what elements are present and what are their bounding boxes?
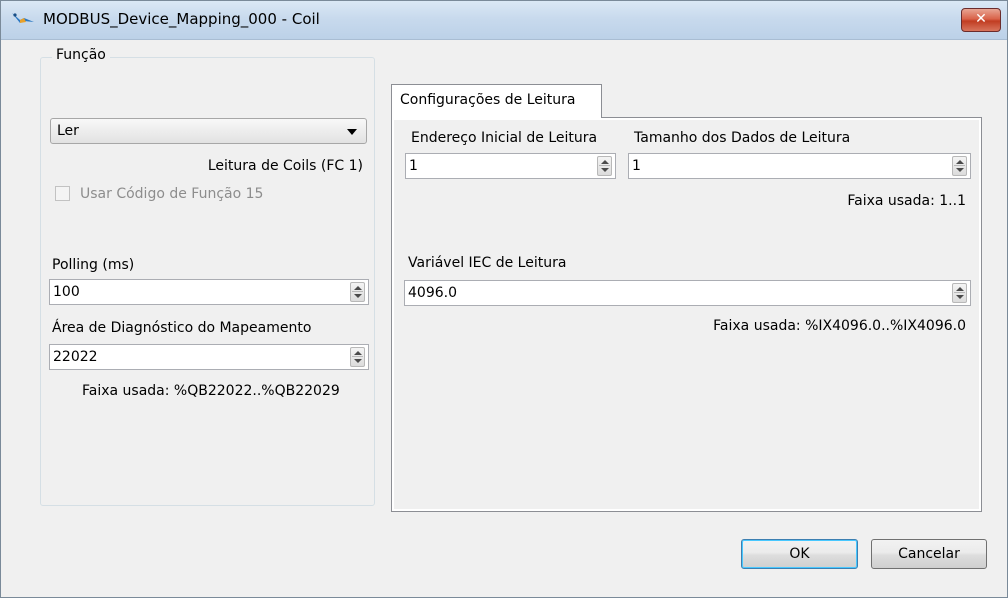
- funcao-select-value: Ler: [57, 123, 79, 139]
- fc-description: Leitura de Coils (FC 1): [207, 158, 363, 174]
- diagnostic-range: Faixa usada: %QB22022..%QB22029: [82, 383, 340, 399]
- spin-up-icon[interactable]: [601, 160, 609, 164]
- spin-up-icon[interactable]: [956, 160, 964, 164]
- iec-variable-label: Variável IEC de Leitura: [408, 255, 567, 271]
- data-size-spinbox[interactable]: 1: [628, 153, 971, 179]
- diagnostic-label: Área de Diagnóstico do Mapeamento: [52, 320, 312, 336]
- iec-variable-spinbox[interactable]: 4096.0: [404, 280, 971, 306]
- title-bar[interactable]: MODBUS_Device_Mapping_000 - Coil ✕: [1, 1, 1007, 40]
- use-fc15-label: Usar Código de Função 15: [80, 186, 264, 202]
- close-icon: ✕: [975, 11, 987, 27]
- spin-down-icon[interactable]: [601, 168, 609, 172]
- iec-variable-range: Faixa usada: %IX4096.0..%IX4096.0: [713, 318, 966, 334]
- start-address-label: Endereço Inicial de Leitura: [411, 130, 598, 146]
- data-size-label: Tamanho dos Dados de Leitura: [634, 130, 851, 146]
- diagnostic-spin-buttons[interactable]: [350, 347, 365, 367]
- iec-variable-spin-buttons[interactable]: [952, 283, 967, 303]
- polling-spin-buttons[interactable]: [350, 282, 365, 302]
- spin-down-icon[interactable]: [354, 294, 362, 298]
- diagnostic-spinbox[interactable]: 22022: [49, 344, 369, 370]
- spin-divider: [954, 165, 965, 166]
- data-size-value: 1: [632, 158, 641, 174]
- spin-divider: [599, 165, 610, 166]
- spin-down-icon[interactable]: [354, 359, 362, 363]
- tab-read-settings[interactable]: Configurações de Leitura: [391, 84, 602, 118]
- iec-variable-value: 4096.0: [408, 285, 457, 301]
- start-address-value: 1: [409, 158, 418, 174]
- tab-read-settings-label: Configurações de Leitura: [400, 92, 576, 108]
- funcao-select[interactable]: Ler: [50, 118, 367, 144]
- cancel-button[interactable]: Cancelar: [871, 539, 987, 569]
- spin-divider: [954, 292, 965, 293]
- polling-spinbox[interactable]: 100: [49, 279, 369, 305]
- use-fc15-checkbox[interactable]: [55, 186, 70, 201]
- window-title: MODBUS_Device_Mapping_000 - Coil: [43, 10, 320, 28]
- spin-up-icon[interactable]: [956, 287, 964, 291]
- close-button[interactable]: ✕: [961, 8, 1001, 32]
- data-size-range: Faixa usada: 1..1: [847, 193, 966, 209]
- diagnostic-value: 22022: [53, 349, 98, 365]
- funcao-legend: Função: [52, 47, 110, 63]
- start-address-spin-buttons[interactable]: [597, 156, 612, 176]
- spin-down-icon[interactable]: [956, 295, 964, 299]
- spin-up-icon[interactable]: [354, 351, 362, 355]
- spin-down-icon[interactable]: [956, 168, 964, 172]
- chevron-down-icon: [347, 129, 357, 135]
- ok-button[interactable]: OK: [741, 539, 858, 569]
- spin-divider: [352, 356, 363, 357]
- polling-label: Polling (ms): [52, 257, 135, 273]
- modbus-device-icon: [12, 13, 34, 23]
- spin-divider: [352, 291, 363, 292]
- start-address-spinbox[interactable]: 1: [405, 153, 616, 179]
- polling-value: 100: [53, 284, 80, 300]
- data-size-spin-buttons[interactable]: [952, 156, 967, 176]
- spin-up-icon[interactable]: [354, 286, 362, 290]
